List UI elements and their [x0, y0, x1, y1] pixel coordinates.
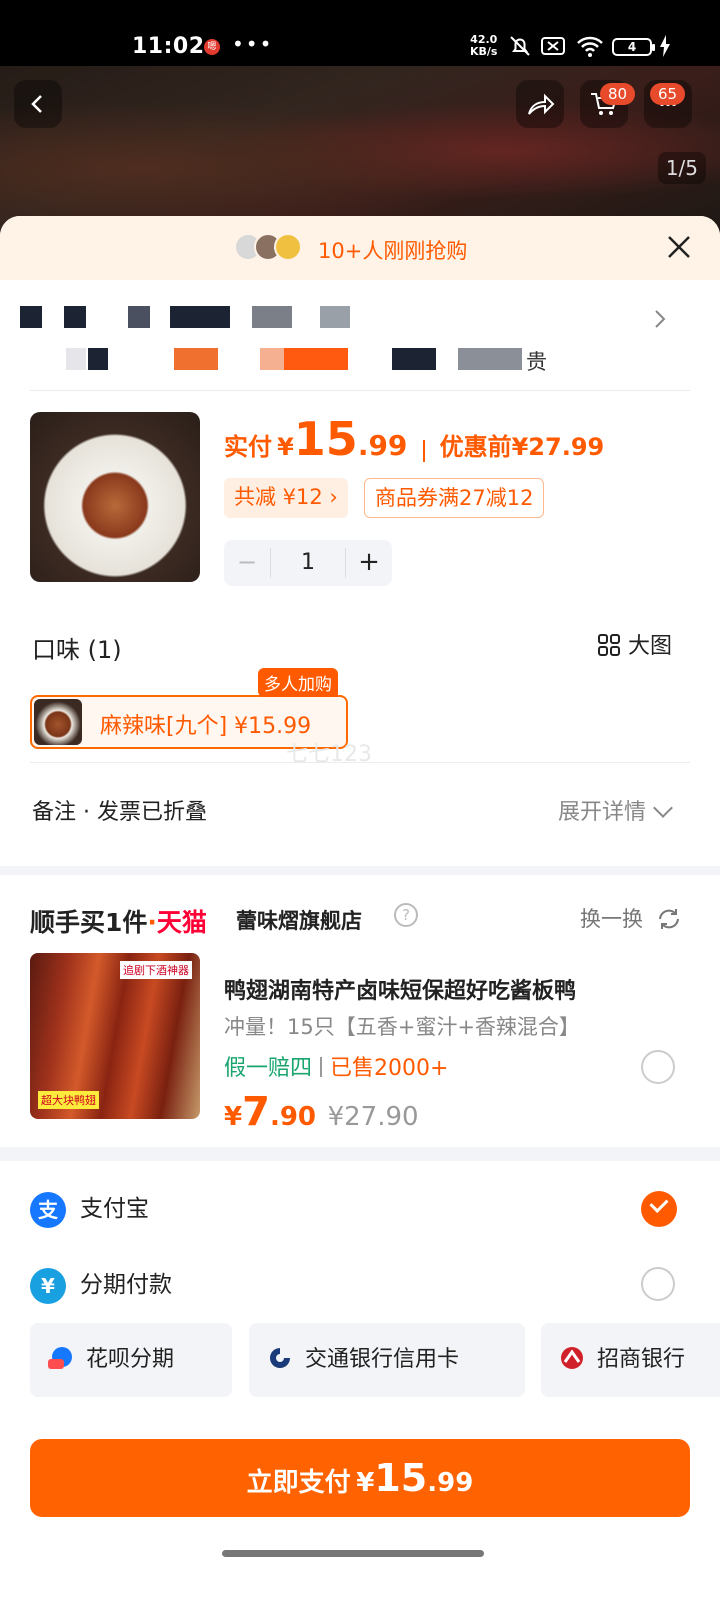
pay-label: 实付	[224, 433, 272, 461]
product-thumbnail[interactable]	[30, 412, 200, 582]
popular-badge: 多人加购	[258, 668, 338, 697]
more-notifications-icon: •••	[232, 32, 274, 56]
divider	[30, 762, 690, 763]
avatar	[274, 233, 302, 261]
no-sim-icon	[541, 37, 565, 55]
shop-name[interactable]: 蕾味熠旗舰店	[236, 905, 362, 935]
grid-icon	[598, 634, 620, 656]
expand-details-button[interactable]: 展开详情	[557, 794, 673, 826]
image-caption: 追剧下酒神器	[120, 961, 192, 979]
back-arrow-icon	[31, 95, 42, 113]
add-on-original-price: ¥27.90	[327, 1102, 419, 1132]
huabei-icon	[48, 1347, 72, 1369]
banner-text: 10+人刚刚抢购	[318, 239, 468, 263]
status-time: 11:02	[132, 34, 205, 59]
bocom-logo-icon	[270, 1348, 290, 1368]
alipay-icon: 支	[30, 1191, 66, 1228]
network-speed: 42.0 KB/s	[470, 34, 497, 58]
pay-currency: ¥	[277, 433, 294, 461]
big-picture-label: 大图	[628, 634, 673, 659]
purchase-activity-banner: 10+人刚刚抢购	[0, 216, 720, 280]
coupon-tag: 商品券满27减12	[364, 478, 545, 518]
share-icon	[528, 93, 555, 115]
flavor-option-thumbnail	[34, 699, 82, 745]
add-on-logo: 顺手买1件·天猫	[30, 908, 207, 937]
redacted-contact-line: 贵	[20, 348, 560, 374]
redacted-suffix: 贵	[526, 350, 547, 374]
quantity-stepper: − 1 +	[224, 540, 392, 586]
add-on-product-image[interactable]: 追剧下酒神器 超大块鸭翅	[30, 953, 200, 1119]
buyer-avatars	[234, 233, 304, 263]
add-on-product-price: ¥7.90 ¥27.90	[224, 1089, 419, 1135]
divider	[30, 390, 690, 391]
before-discount-price: ¥27.99	[511, 433, 605, 461]
big-picture-toggle[interactable]: 大图	[598, 628, 672, 660]
product-hero-image: 80 65 1/5	[0, 66, 720, 236]
pay-price-dec: .99	[357, 429, 408, 462]
mute-bell-icon	[510, 36, 530, 56]
swap-label: 换一换	[580, 907, 643, 931]
cmb-logo-icon	[561, 1347, 583, 1369]
installment-radio[interactable]	[641, 1267, 675, 1301]
address-chevron-icon[interactable]	[650, 308, 670, 330]
swap-button[interactable]: 换一换	[580, 903, 682, 933]
home-indicator[interactable]	[222, 1550, 484, 1557]
watermark: 七七123	[286, 742, 372, 767]
increase-button[interactable]: +	[346, 540, 392, 586]
network-speed-unit: KB/s	[470, 45, 498, 58]
expand-details-label: 展开详情	[557, 800, 646, 825]
pay-now-button[interactable]: 立即支付 ¥15.99	[30, 1439, 690, 1517]
huabei-installment-chip[interactable]: 花呗分期	[30, 1323, 232, 1397]
alipay-checked-radio[interactable]	[641, 1191, 677, 1227]
wifi-icon	[577, 36, 603, 57]
add-on-recommendation-card: 顺手买1件·天猫 蕾味熠旗舰店 ? 换一换 追剧下酒神器 超大块鸭翅 鸭翅湖南特…	[0, 875, 720, 1147]
add-on-product-tags: 假一赔四 已售2000+	[224, 1056, 449, 1081]
battery-icon: 4	[612, 38, 655, 56]
price-separator	[422, 439, 425, 462]
add-on-select-radio[interactable]	[641, 1050, 675, 1084]
bocom-credit-card-chip[interactable]: 交通银行信用卡	[249, 1323, 525, 1397]
installment-label: 分期付款	[80, 1272, 172, 1298]
notification-app-icon: 嗯	[204, 39, 220, 55]
add-on-product-variant: 冲量！15只【五香+蜜汁+香辣混合】	[224, 1015, 580, 1039]
status-bar: 11:02 嗯 ••• 42.0 KB/s 4	[0, 0, 720, 66]
before-discount-label: 优惠前	[439, 433, 512, 461]
note-invoice-label[interactable]: 备注 · 发票已折叠	[32, 794, 207, 826]
redacted-address-line[interactable]	[20, 306, 420, 330]
add-on-product-title[interactable]: 鸭翅湖南特产卤味短保超好吃酱板鸭	[224, 973, 576, 1005]
decrease-button[interactable]: −	[224, 540, 270, 586]
pay-price: 实付 ¥15.99 优惠前¥27.99	[224, 412, 604, 468]
image-caption: 超大块鸭翅	[38, 1091, 99, 1109]
flavor-option-label: 麻辣味[九个] ¥15.99	[100, 714, 312, 739]
cart-count-badge: 80	[600, 83, 636, 105]
pay-now-label: 立即支付	[246, 1468, 351, 1498]
installment-icon: ¥	[30, 1267, 66, 1304]
close-icon[interactable]	[664, 232, 694, 262]
flavor-section-title: 口味 (1)	[32, 636, 122, 664]
back-button[interactable]	[14, 80, 62, 128]
pay-price-int: 15	[293, 412, 358, 466]
message-count-badge: 65	[650, 83, 686, 105]
checkout-sheet: 10+人刚刚抢购 贵 实付 ¥15.99 优惠前¥27.99 共减 ¥12 ›	[0, 216, 720, 1600]
help-icon[interactable]: ?	[394, 903, 418, 927]
chevron-down-icon	[653, 798, 673, 818]
image-page-indicator: 1/5	[657, 152, 706, 184]
cmb-bank-chip[interactable]: 招商银行	[541, 1323, 720, 1397]
share-button[interactable]	[516, 80, 564, 128]
quantity-value[interactable]: 1	[270, 548, 346, 578]
payment-alipay[interactable]: 支支付宝	[30, 1189, 149, 1229]
refresh-icon	[658, 909, 679, 929]
charging-icon	[660, 35, 670, 57]
payment-methods: 支支付宝 ¥ 分期付款 花呗分期 交通银行信用卡 招商银行	[0, 1161, 720, 1600]
discount-tag[interactable]: 共减 ¥12 ›	[224, 478, 348, 518]
alipay-label: 支付宝	[80, 1196, 149, 1222]
payment-installment[interactable]: ¥ 分期付款	[30, 1265, 172, 1305]
